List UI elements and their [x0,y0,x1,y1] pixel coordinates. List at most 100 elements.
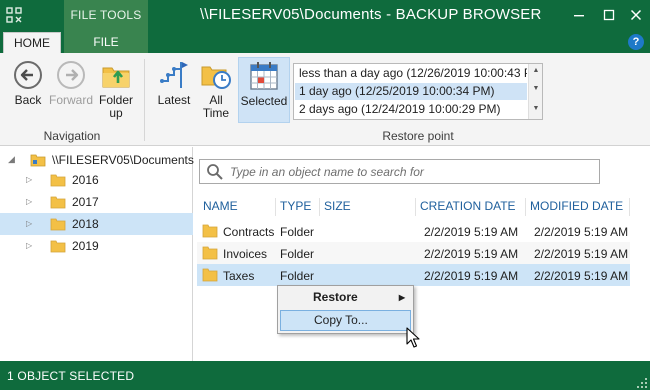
tree-item-2017[interactable]: ▷ 2017 [0,191,193,213]
table-row[interactable]: Invoices Folder 2/2/2019 5:19 AM 2/2/201… [197,242,630,264]
tab-home[interactable]: HOME [3,32,61,54]
row-type: Folder [280,269,315,283]
forward-button[interactable]: Forward [48,59,94,107]
selected-button[interactable]: Selected [238,57,290,123]
tab-file[interactable]: FILE [64,31,148,53]
maximize-button[interactable] [596,4,622,26]
row-creation-date: 2/2/2019 5:19 AM [424,247,519,261]
selected-label: Selected [240,94,288,108]
tree-item-label: 2018 [72,217,99,231]
restore-point-item[interactable]: less than a day ago (12/26/2019 10:00:43… [295,65,527,82]
column-header-creation-date[interactable]: CREATION DATE [416,198,526,216]
menu-item-copy-to-label: Copy To... [314,313,368,327]
row-modified-date: 2/2/2019 5:19 AM [534,247,629,261]
latest-label: Latest [157,93,191,107]
back-arrow-icon [14,61,42,89]
mouse-cursor-icon [406,327,420,348]
file-list-pane: NAME TYPE SIZE CREATION DATE MODIFIED DA… [194,147,650,361]
menu-item-copy-to[interactable]: Copy To... [280,310,411,331]
folder-icon [202,246,218,260]
all-time-button[interactable]: All Time [198,59,234,120]
close-icon [630,9,642,21]
folder-icon [50,196,66,209]
latest-flag-icon [160,62,188,88]
search-box[interactable] [199,159,600,184]
maximize-icon [603,9,615,21]
folder-up-icon [102,67,130,88]
row-type: Folder [280,247,315,261]
scroll-up-icon[interactable]: ▲ [531,66,541,76]
search-input[interactable] [230,162,590,181]
window-title: \\FILESERV05\Documents - BACKUP BROWSER [200,6,542,23]
minimize-button[interactable] [566,4,592,26]
column-header-modified-date[interactable]: MODIFIED DATE [526,198,630,216]
folder-tree: ◢ \\FILESERV05\Documents ▷ 2016 ▷ 2017 ▷… [0,147,194,361]
latest-button[interactable]: Latest [154,59,194,107]
back-label: Back [14,93,42,107]
navigation-group-label: Navigation [43,129,101,143]
row-creation-date: 2/2/2019 5:19 AM [424,269,519,283]
column-header-name[interactable]: NAME [199,198,276,216]
folder-icon [50,218,66,231]
calendar-icon [250,62,278,90]
ribbon: Back Forward Folder up Latest All Time S… [0,53,650,146]
folder-icon [50,174,66,187]
row-modified-date: 2/2/2019 5:19 AM [534,269,629,283]
restore-point-item-selected[interactable]: 1 day ago (12/25/2019 10:00:34 PM) [295,83,527,100]
all-time-label: All Time [202,93,230,120]
help-icon[interactable]: ? [628,34,644,50]
row-name: Taxes [223,269,255,283]
collapse-icon[interactable]: ◢ [8,154,15,165]
tree-item-2019[interactable]: ▷ 2019 [0,235,193,257]
tree-item-label: 2019 [72,239,99,253]
scroll-down-icon[interactable]: ▼ [531,84,541,94]
file-tools-label: FILE TOOLS [70,8,142,22]
menu-item-restore-label: Restore [313,290,358,304]
restore-point-scrollbar[interactable]: ▲ ▼ ▼ [528,64,542,119]
row-creation-date: 2/2/2019 5:19 AM [424,225,519,239]
submenu-arrow-icon: ▶ [398,293,405,302]
table-row[interactable]: Contracts Folder 2/2/2019 5:19 AM 2/2/20… [197,220,630,242]
forward-arrow-icon [57,61,85,89]
backup-browser-icon [6,7,22,23]
tree-item-2016[interactable]: ▷ 2016 [0,169,193,191]
restore-point-list[interactable]: less than a day ago (12/26/2019 10:00:43… [293,63,543,120]
search-icon [207,164,223,180]
folder-icon [202,268,218,282]
file-tools-context-tab: FILE TOOLS [64,0,148,31]
row-name: Invoices [223,247,268,261]
status-bar: 1 OBJECT SELECTED [0,361,650,390]
expand-icon[interactable]: ▷ [26,197,32,206]
tree-item-2018[interactable]: ▷ 2018 [0,213,193,235]
tree-root[interactable]: ◢ \\FILESERV05\Documents [0,149,194,171]
menu-item-restore[interactable]: Restore ▶ [280,288,411,309]
restore-point-group-label: Restore point [382,129,454,143]
forward-label: Forward [48,93,93,107]
column-header-size[interactable]: SIZE [320,198,416,216]
tree-item-label: 2016 [72,173,99,187]
expand-icon[interactable]: ▷ [26,175,32,184]
resize-grip-icon[interactable] [636,377,648,389]
table-row-selected[interactable]: Taxes Folder 2/2/2019 5:19 AM 2/2/2019 5… [197,264,630,286]
close-button[interactable] [623,4,649,26]
group-separator [144,59,145,141]
status-text: 1 OBJECT SELECTED [7,369,135,383]
restore-point-item[interactable]: 2 days ago (12/24/2019 10:00:29 PM) [295,101,527,118]
expand-icon[interactable]: ▷ [26,241,32,250]
back-button[interactable]: Back [8,59,48,107]
tree-item-label: 2017 [72,195,99,209]
folder-icon [202,224,218,238]
expand-list-icon[interactable]: ▼ [531,104,541,114]
minimize-icon [574,15,584,17]
row-modified-date: 2/2/2019 5:19 AM [534,225,629,239]
expand-icon[interactable]: ▷ [26,219,32,228]
folder-up-label: Folder up [98,93,133,120]
tree-root-label: \\FILESERV05\Documents [52,153,194,167]
shared-folder-icon [30,154,46,167]
folder-up-button[interactable]: Folder up [96,59,136,120]
title-bar: FILE TOOLS \\FILESERV05\Documents - BACK… [0,0,650,31]
column-header-type[interactable]: TYPE [276,198,320,216]
all-time-clock-icon [201,66,231,89]
row-type: Folder [280,225,315,239]
context-menu: Restore ▶ Copy To... [277,285,414,334]
